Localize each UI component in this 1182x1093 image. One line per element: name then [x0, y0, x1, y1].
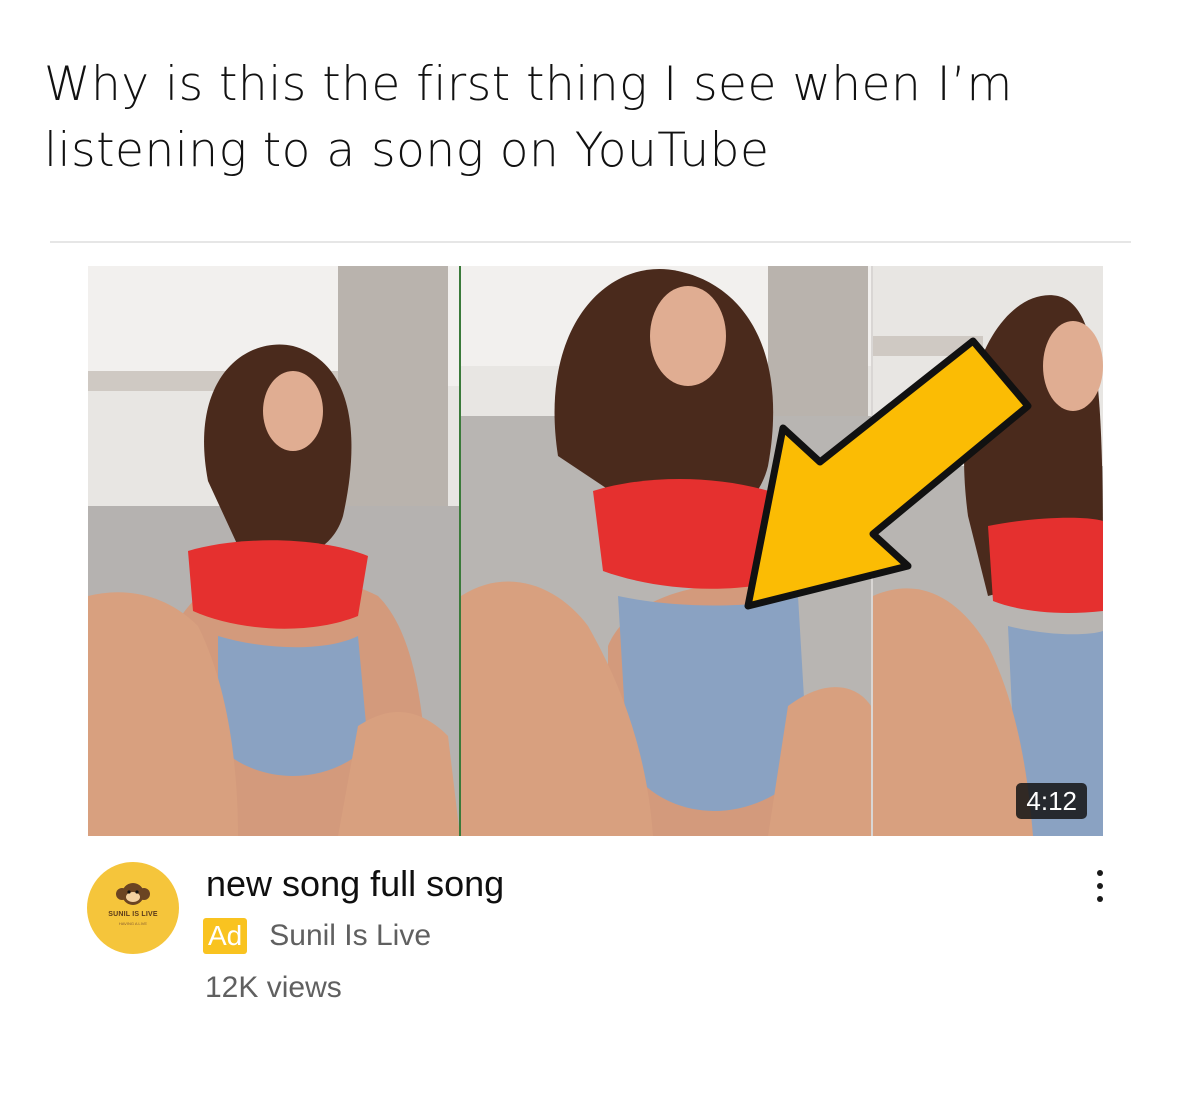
ellipsis-dot	[1097, 870, 1103, 876]
duration-badge: 4:12	[1016, 783, 1087, 819]
channel-name[interactable]: Sunil Is Live	[269, 919, 431, 953]
monkey-logo-icon	[116, 883, 150, 905]
channel-avatar[interactable]: SUNIL IS LIVE HAVING A LIVE	[87, 862, 179, 954]
avatar-sublabel: HAVING A LIVE	[118, 921, 148, 926]
ad-badge: Ad	[203, 918, 248, 954]
ellipsis-dot	[1097, 896, 1103, 902]
thumbnail-panel-1	[88, 266, 460, 836]
post-caption: Why is this the first thing I see when I…	[44, 57, 1013, 178]
thumbnail-panel-3	[873, 266, 1103, 836]
video-meta-row: Ad Sunil Is Live	[203, 916, 431, 956]
view-count: 12K views	[205, 971, 342, 1004]
video-thumbnail[interactable]: 4:12	[88, 266, 1103, 836]
ellipsis-dot	[1097, 883, 1103, 889]
vertical-ellipsis-icon[interactable]	[1088, 866, 1112, 906]
thumbnail-image	[88, 266, 1103, 836]
divider	[50, 241, 1131, 243]
video-title[interactable]: new song full song	[206, 860, 504, 908]
avatar-label: SUNIL IS LIVE	[108, 911, 158, 918]
